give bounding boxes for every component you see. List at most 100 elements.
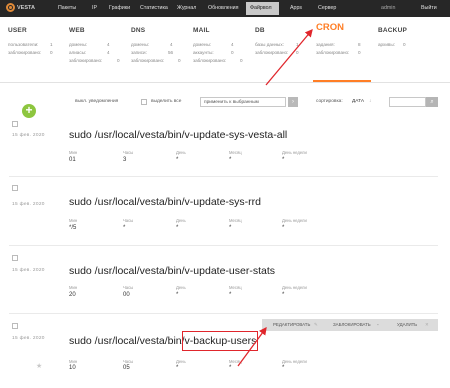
stat-web-label: заблокировано:: [69, 58, 103, 63]
search-icon[interactable]: ⌕: [426, 97, 438, 107]
active-tab-underline: [313, 80, 371, 82]
row-command: sudo /usr/local/vesta/bin/v-update-user-…: [69, 265, 276, 277]
delete-button[interactable]: УДАЛИТЬ: [397, 322, 417, 327]
username-link[interactable]: admin: [381, 5, 395, 11]
row-day: *: [176, 157, 179, 163]
col-month-label: Месяц: [229, 359, 242, 364]
menu-server[interactable]: Сервер: [318, 5, 336, 11]
vesta-logo[interactable]: VESTA: [6, 3, 35, 12]
col-min-label: Мин: [69, 150, 78, 155]
row-checkbox[interactable]: [12, 121, 18, 127]
bulk-apply-button[interactable]: ›: [288, 97, 298, 107]
row-hour: *: [123, 225, 126, 231]
col-hour-label: Часы: [123, 150, 134, 155]
row-date: 15 фев. 2020: [12, 268, 45, 273]
stat-dns[interactable]: DNS: [131, 27, 145, 34]
menu-packages[interactable]: Пакеты: [58, 5, 76, 11]
stat-web-value: 0: [117, 58, 120, 63]
menu-updates[interactable]: Обновления: [208, 5, 239, 11]
row-checkbox[interactable]: [12, 185, 18, 191]
suspend-button[interactable]: ЗАБЛОКИРОВАТЬ: [333, 322, 371, 327]
bulk-action-select[interactable]: применить к выбранным: [200, 97, 286, 107]
stat-mail[interactable]: MAIL: [193, 27, 210, 34]
stat-db-title: DB: [255, 27, 265, 34]
row-min: 10: [69, 365, 76, 371]
stat-mail-label: аккаунты:: [193, 50, 214, 55]
stat-mail-value: 0: [231, 50, 234, 55]
edit-button[interactable]: РЕДАКТИРОВАТЬ: [273, 322, 310, 327]
stat-dns-value: 4: [170, 42, 173, 47]
stat-dns-value: 0: [178, 58, 181, 63]
select-all-checkbox[interactable]: [141, 99, 147, 105]
stat-cron-label: заблокировано:: [316, 50, 350, 55]
row-day: *: [176, 292, 179, 298]
logo-text: VESTA: [17, 4, 35, 11]
row-action-bar: РЕДАКТИРОВАТЬ ✎ ЗАБЛОКИРОВАТЬ ▪ УДАЛИТЬ …: [262, 319, 438, 331]
col-min-label: Мин: [69, 359, 78, 364]
sort-direction-icon[interactable]: ↓: [369, 99, 371, 104]
col-day-label: День: [176, 218, 186, 223]
col-day-label: День: [176, 150, 186, 155]
stat-mail-label: заблокировано:: [193, 58, 227, 63]
stat-web[interactable]: WEB: [69, 27, 85, 34]
sort-value[interactable]: ДАТА: [352, 99, 364, 104]
stat-cron-title[interactable]: CRON: [316, 22, 344, 33]
stat-user-title: USER: [8, 27, 27, 34]
select-all-label[interactable]: выделить все: [151, 99, 181, 104]
menu-graphs[interactable]: Графики: [109, 5, 130, 11]
stat-cron-value: 0: [358, 50, 361, 55]
notifications-toggle[interactable]: выкл. уведомления: [75, 99, 118, 104]
menu-firewall[interactable]: Файрвол: [246, 2, 279, 15]
col-month-label: Месяц: [229, 285, 242, 290]
col-day-label: День: [176, 359, 186, 364]
col-month-label: Месяц: [229, 150, 242, 155]
edit-pencil-icon: ✎: [314, 322, 318, 327]
col-min-label: Мин: [69, 285, 78, 290]
row-weekday: *: [282, 157, 285, 163]
stat-user-label: пользователи:: [8, 42, 39, 47]
col-hour-label: Часы: [123, 285, 134, 290]
stat-backup[interactable]: BACKUP: [378, 27, 407, 34]
stat-backup-label: архивы:: [378, 42, 395, 47]
row-separator: [9, 313, 438, 314]
col-hour-label: Часы: [123, 359, 134, 364]
stat-dns-label: записи:: [131, 50, 147, 55]
stat-web-value: 4: [107, 50, 110, 55]
row-checkbox[interactable]: [12, 255, 18, 261]
row-command: sudo /usr/local/vesta/bin/v-update-sys-v…: [69, 129, 288, 141]
search-input[interactable]: [389, 97, 426, 107]
stat-db-value: 1: [296, 42, 299, 47]
menu-statistics[interactable]: Статистика: [140, 5, 168, 11]
row-month: *: [229, 157, 232, 163]
row-date: 15 фев. 2020: [12, 133, 45, 138]
menu-ip[interactable]: IP: [92, 5, 97, 11]
row-checkbox[interactable]: [12, 323, 18, 329]
stat-web-value: 4: [107, 42, 110, 47]
logout-link[interactable]: Выйти: [421, 5, 437, 11]
stat-user-value: 1: [50, 42, 53, 47]
stat-db-value: 0: [296, 50, 299, 55]
stat-mail-value: 4: [231, 42, 234, 47]
stat-user[interactable]: USER: [8, 27, 27, 34]
stat-dns-value: 56: [168, 50, 174, 55]
vesta-logo-icon: [6, 3, 15, 12]
add-cron-job-button[interactable]: +: [22, 104, 36, 118]
stat-db[interactable]: DB: [255, 27, 265, 34]
row-hour: 3: [123, 157, 127, 163]
stat-mail-value: 0: [240, 58, 243, 63]
stat-cron-label: задания:: [316, 42, 335, 47]
stat-cron-value: 8: [358, 42, 361, 47]
row-date: 15 фев. 2020: [12, 202, 45, 207]
star-icon[interactable]: ★: [36, 362, 42, 370]
stat-backup-title: BACKUP: [378, 27, 408, 34]
menu-apps[interactable]: Apps: [290, 5, 302, 11]
stat-user-value: 0: [50, 50, 53, 55]
stat-db-label: заблокировано:: [255, 50, 289, 55]
close-icon[interactable]: ✕: [425, 322, 429, 328]
col-weekday-label: День недели: [282, 150, 307, 155]
stat-web-label: домены:: [69, 42, 88, 47]
menu-log[interactable]: Журнал: [177, 5, 196, 11]
stat-db-label: базы данных:: [255, 42, 284, 47]
col-hour-label: Часы: [123, 218, 134, 223]
row-day: *: [176, 225, 179, 231]
